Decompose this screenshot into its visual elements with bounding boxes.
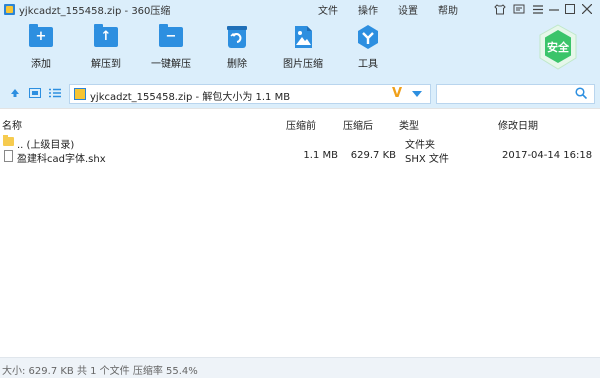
up-arrow-icon[interactable]: [8, 86, 22, 100]
skin-icon[interactable]: [491, 0, 509, 18]
status-bar: 大小: 629.7 KB 共 1 个文件 压缩率 55.4%: [0, 357, 600, 378]
image-compress-icon: [291, 24, 315, 50]
chevron-down-icon[interactable]: [412, 90, 422, 101]
delete-label: 删除: [227, 59, 247, 70]
image-compress-label: 图片压缩: [283, 59, 323, 70]
add-button[interactable]: + 添加: [11, 24, 71, 70]
address-box[interactable]: yjkcadzt_155458.zip - 解包大小为 1.1 MB V: [69, 84, 431, 104]
search-input[interactable]: [440, 87, 570, 101]
item-packed: 1.1 MB: [303, 150, 338, 161]
thumbnail-view-icon[interactable]: [28, 86, 42, 100]
image-compress-button[interactable]: 图片压缩: [273, 24, 333, 70]
one-click-extract-icon: −: [159, 24, 183, 50]
app-icon: [4, 3, 15, 15]
item-type: SHX 文件: [405, 154, 449, 165]
col-name[interactable]: 名称: [2, 117, 22, 132]
feedback-icon[interactable]: [510, 0, 528, 18]
v-logo-icon[interactable]: V: [392, 86, 402, 101]
maximize-icon[interactable]: [561, 0, 579, 18]
search-icon[interactable]: [575, 87, 588, 102]
menu-file[interactable]: 文件: [318, 2, 338, 17]
extract-to-button[interactable]: ↑ 解压到: [76, 24, 136, 70]
address-bar: yjkcadzt_155458.zip - 解包大小为 1.1 MB V: [0, 80, 600, 108]
extract-to-label: 解压到: [91, 59, 121, 70]
add-icon: +: [29, 24, 53, 50]
item-compressed: 629.7 KB: [350, 150, 396, 161]
file-icon: [4, 150, 13, 162]
col-packed[interactable]: 压缩前: [286, 117, 316, 132]
tools-button[interactable]: 工具: [338, 24, 398, 70]
address-text: yjkcadzt_155458.zip - 解包大小为 1.1 MB: [90, 92, 291, 103]
window-title: yjkcadzt_155458.zip - 360压缩: [19, 5, 171, 17]
col-modified[interactable]: 修改日期: [498, 117, 538, 132]
security-badge[interactable]: 安全: [538, 24, 578, 70]
one-click-extract-button[interactable]: − 一键解压: [141, 24, 201, 70]
menu-bar: 文件 操作 设置 帮助: [318, 0, 478, 18]
menu-help[interactable]: 帮助: [438, 2, 458, 17]
search-box: [436, 84, 595, 104]
folder-icon: [3, 135, 14, 146]
item-name: 盈建科cad字体.shx: [17, 154, 106, 165]
list-header: 名称 压缩前 压缩后 类型 修改日期: [0, 117, 600, 132]
item-type: 文件夹: [405, 140, 435, 151]
file-list: 名称 压缩前 压缩后 类型 修改日期 .. (上级目录) 文件夹 盈建科cad字…: [0, 108, 600, 358]
item-modified: 2017-04-14 16:18: [502, 150, 593, 161]
menu-settings[interactable]: 设置: [398, 2, 418, 17]
status-text: 大小: 629.7 KB 共 1 个文件 压缩率 55.4%: [2, 366, 198, 377]
item-name: .. (上级目录): [17, 140, 75, 151]
security-label: 安全: [547, 41, 569, 54]
list-item[interactable]: .. (上级目录) 文件夹: [0, 135, 600, 151]
tools-label: 工具: [358, 59, 378, 70]
delete-button[interactable]: 删除: [207, 24, 267, 70]
delete-icon: [225, 24, 249, 50]
col-type[interactable]: 类型: [399, 117, 419, 132]
extract-to-icon: ↑: [94, 24, 118, 50]
zip-file-icon: [74, 88, 86, 100]
list-item[interactable]: 盈建科cad字体.shx 1.1 MB 629.7 KB SHX 文件 2017…: [0, 150, 600, 165]
col-compressed[interactable]: 压缩后: [343, 117, 373, 132]
list-view-icon[interactable]: [48, 86, 62, 100]
add-label: 添加: [31, 59, 51, 70]
menu-operate[interactable]: 操作: [358, 2, 378, 17]
close-icon[interactable]: [578, 0, 596, 18]
one-click-extract-label: 一键解压: [151, 59, 191, 70]
tools-icon: [356, 24, 380, 50]
toolbar: + 添加 ↑ 解压到 − 一键解压 删除 图片压缩 工具: [0, 18, 600, 80]
